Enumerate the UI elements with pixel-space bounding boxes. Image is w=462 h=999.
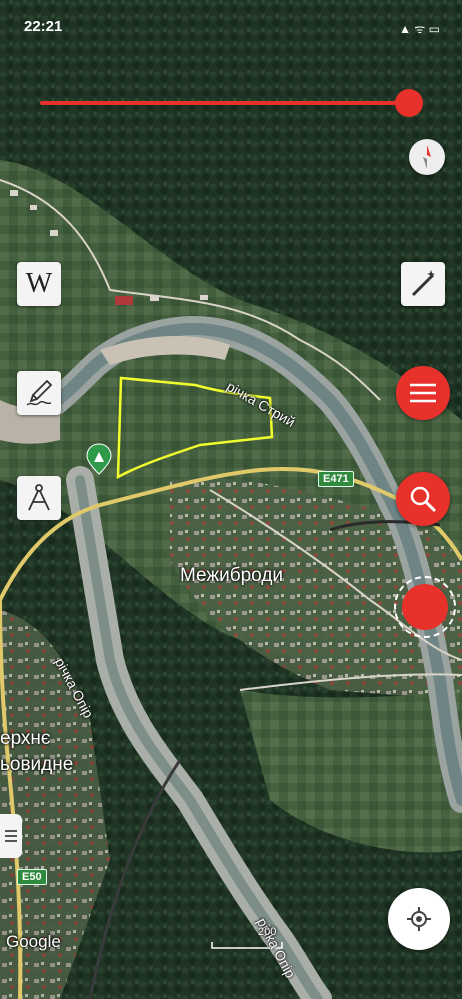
town-label-verkhnie-2: ьовидне xyxy=(0,754,74,775)
draw-button[interactable] xyxy=(17,371,61,415)
road-badge-e50: E50 xyxy=(17,869,47,885)
road-badge-e471: E471 xyxy=(318,471,354,487)
status-bar: 22:21 ▲ ᯤ ▭ xyxy=(0,0,462,44)
record-button[interactable] xyxy=(394,576,456,638)
record-icon xyxy=(402,584,448,630)
menu-icon xyxy=(410,383,436,403)
magic-wand-icon xyxy=(411,270,435,297)
satellite-map[interactable] xyxy=(0,0,462,999)
town-label-mezhybrody: Межиброди xyxy=(180,565,284,586)
compass-icon[interactable] xyxy=(409,139,445,175)
locate-button[interactable] xyxy=(388,888,450,950)
compass-divider-icon xyxy=(28,484,50,511)
status-icons: ▲ ᯤ ▭ xyxy=(399,22,440,36)
google-attribution: Google xyxy=(6,932,61,951)
slider-track xyxy=(40,101,412,105)
wikipedia-icon: W xyxy=(25,268,53,299)
status-time: 22:21 xyxy=(24,18,63,35)
scale-label: 200 xyxy=(258,926,277,938)
list-icon xyxy=(5,830,17,842)
wikipedia-button[interactable]: W xyxy=(17,262,61,306)
pencil-draw-icon xyxy=(26,379,53,406)
measure-button[interactable] xyxy=(17,476,61,520)
locate-icon xyxy=(407,907,431,931)
search-icon xyxy=(410,486,437,513)
opacity-slider[interactable] xyxy=(40,89,425,117)
search-button[interactable] xyxy=(396,472,450,526)
slider-thumb[interactable] xyxy=(394,89,423,117)
menu-button[interactable] xyxy=(396,366,450,420)
list-button[interactable] xyxy=(0,814,22,858)
magic-button[interactable] xyxy=(401,262,445,306)
town-label-verkhnie-1: ерхнє xyxy=(0,728,51,749)
